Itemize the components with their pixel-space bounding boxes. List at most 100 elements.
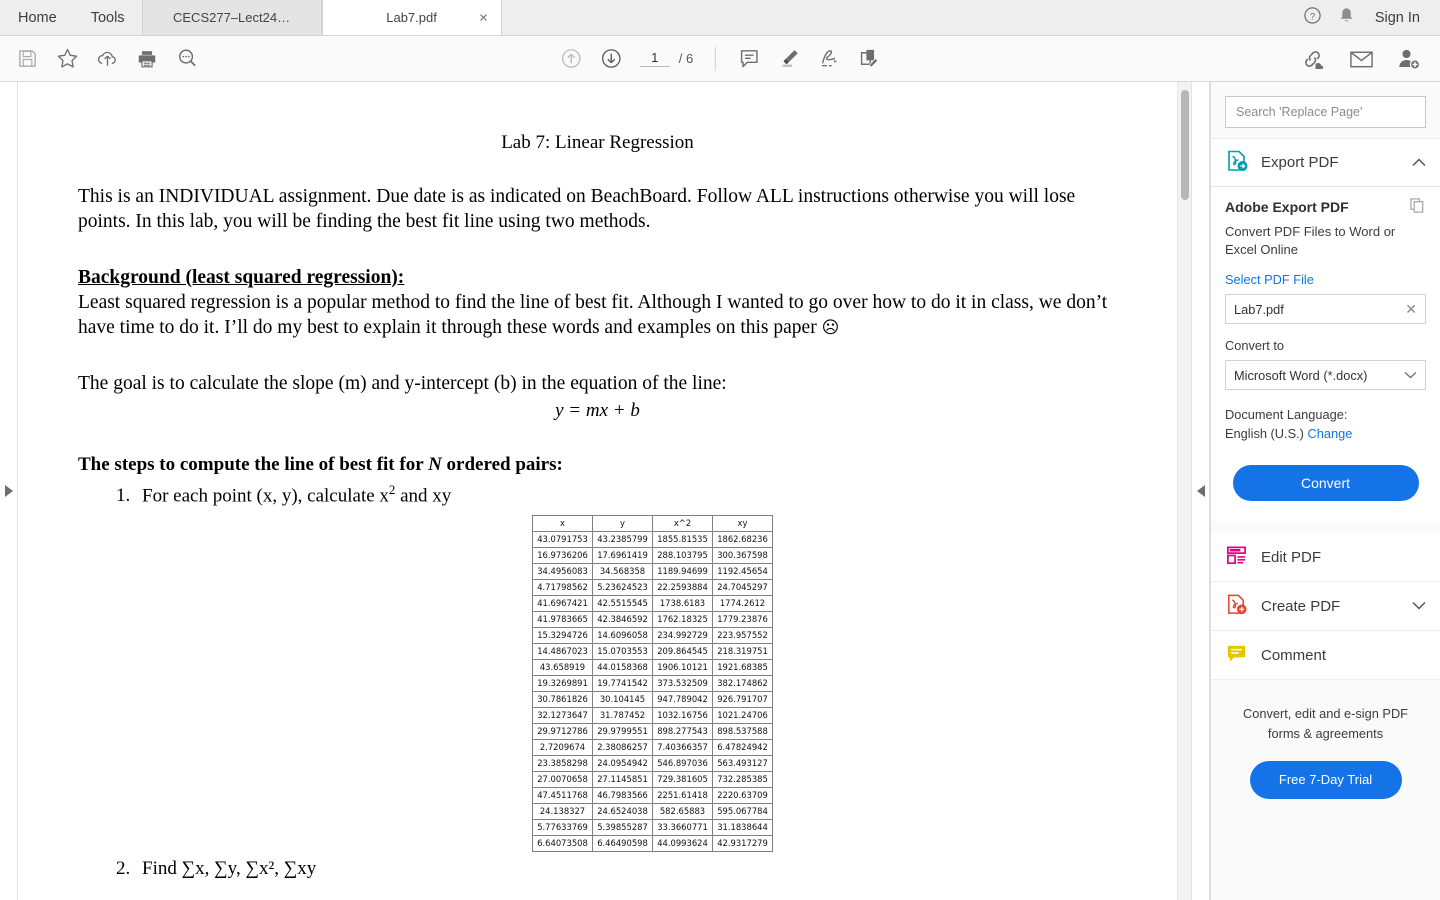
table-cell: 31.787452 [592, 707, 653, 725]
step-2-text: Find ∑x, ∑y, ∑x², ∑xy [142, 858, 317, 880]
chevron-down-icon[interactable] [1404, 368, 1417, 382]
table-cell: 373.532509 [652, 675, 713, 693]
table-cell: 43.2385799 [592, 531, 653, 549]
tool-edit-pdf[interactable]: Edit PDF [1211, 533, 1440, 583]
table-cell: 5.39855287 [592, 819, 653, 837]
table-cell: 1862.68236 [712, 531, 773, 549]
step-2: 2. Find ∑x, ∑y, ∑x², ∑xy [78, 858, 1117, 880]
help-icon[interactable]: ? [1303, 6, 1322, 30]
comment-icon[interactable] [732, 42, 766, 76]
table-cell: 595.067784 [712, 803, 773, 821]
convert-button[interactable]: Convert [1232, 465, 1419, 502]
highlight-icon[interactable] [772, 42, 806, 76]
table-cell: 234.992729 [652, 627, 713, 645]
background-section: Background (least squared regression): L… [78, 265, 1117, 341]
table-row: 4.71798562 5.23624523 22.2593884 24.7045297 [532, 579, 773, 597]
free-trial-button[interactable]: Free 7-Day Trial [1249, 760, 1402, 799]
table-cell: 31.1838644 [712, 819, 773, 837]
table-cell: 15.3294726 [532, 627, 593, 645]
tool-comment[interactable]: Comment [1211, 631, 1440, 681]
step-1-post: and xy [395, 485, 452, 507]
search-input[interactable] [1225, 96, 1426, 128]
sign-in-button[interactable]: Sign In [1371, 10, 1424, 26]
table-cell: 42.5515545 [592, 595, 653, 613]
document-language-label: Document Language: [1225, 407, 1348, 423]
chevron-up-icon[interactable] [1412, 156, 1426, 170]
table-cell: 288.103795 [652, 547, 713, 565]
scrollbar-thumb[interactable] [1181, 90, 1189, 200]
save-icon[interactable] [10, 42, 44, 76]
table-row: 6.64073508 6.46490598 44.0993624 42.9317279 [532, 835, 773, 853]
table-header-cell: x^2 [652, 515, 713, 533]
table-cell: 382.174862 [712, 675, 773, 693]
copy-icon[interactable] [1409, 197, 1426, 217]
table-row: 34.4956083 34.568358 1189.94699 1192.45654 [532, 563, 773, 581]
svg-text:?: ? [1310, 11, 1315, 22]
tab-label: Lab7.pdf [386, 10, 437, 25]
menu-tools[interactable]: Tools [74, 0, 142, 35]
sign-icon[interactable] [852, 42, 886, 76]
step-1-number: 1. [116, 485, 131, 507]
star-icon[interactable] [50, 42, 84, 76]
table-cell: 24.138327 [532, 803, 593, 821]
email-icon[interactable] [1344, 42, 1378, 76]
table-cell: 2220.63709 [712, 787, 773, 805]
page-number-input[interactable] [639, 50, 670, 67]
right-panel-toggle[interactable] [1192, 82, 1210, 900]
table-cell: 2251.61418 [652, 787, 713, 805]
left-panel-toggle[interactable] [0, 82, 18, 900]
table-cell: 2.38086257 [592, 739, 653, 757]
table-row: 24.138327 24.6524038 582.65883 595.067784 [532, 803, 773, 821]
table-row: 23.3858298 24.0954942 546.897036 563.493127 [532, 755, 773, 773]
table-cell: 1189.94699 [652, 563, 713, 581]
table-cell: 17.6961419 [592, 547, 653, 565]
add-person-icon[interactable] [1392, 42, 1426, 76]
menu-home[interactable]: Home [0, 0, 74, 35]
tool-create-pdf[interactable]: Create PDF [1211, 582, 1440, 632]
scroll-down-icon[interactable] [594, 42, 628, 76]
export-pdf-label: Export PDF [1261, 154, 1339, 171]
chevron-down-icon[interactable] [1412, 599, 1426, 613]
table-row: 30.7861826 30.104145 947.789042 926.791707 [532, 691, 773, 709]
select-pdf-file-link[interactable]: Select PDF File [1225, 272, 1426, 287]
scroll-up-icon[interactable] [554, 42, 588, 76]
page-total-label: / 6 [678, 51, 694, 66]
table-cell: 1762.18325 [652, 611, 713, 629]
tab-bar: Home Tools CECS277–Lect24… Lab7.pdf × ? … [0, 0, 1440, 36]
clear-file-icon[interactable]: ✕ [1405, 301, 1417, 318]
tab-cecs277-lect24[interactable]: CECS277–Lect24… [141, 0, 322, 35]
selected-file-field[interactable]: Lab7.pdf ✕ [1225, 294, 1426, 325]
table-row: 41.6967421 42.5515545 1738.6183 1774.2612 [532, 595, 773, 613]
table-cell: 1906.10121 [652, 659, 713, 677]
table-cell: 41.9783665 [532, 611, 593, 629]
upload-cloud-icon[interactable] [90, 42, 124, 76]
change-language-link[interactable]: Change [1308, 426, 1353, 441]
document-scrollbar[interactable] [1177, 82, 1191, 900]
comment-label: Comment [1261, 646, 1327, 664]
table-cell: 27.1145851 [592, 771, 653, 789]
draw-icon[interactable] [812, 42, 846, 76]
table-cell: 898.277543 [652, 723, 713, 741]
bell-icon[interactable] [1338, 6, 1355, 30]
data-table-wrapper: x y x^2 xy 43.0791753 43.2385799 1855.81535 18… [78, 515, 1117, 853]
table-cell: 300.367598 [712, 547, 773, 565]
table-cell: 729.381605 [652, 771, 713, 789]
table-cell: 29.9799551 [592, 723, 653, 741]
toolbar-right-group [1296, 42, 1440, 76]
table-cell: 27.0070658 [532, 771, 593, 789]
pdf-content: Lab 7: Linear Regression This is an INDI… [78, 132, 1117, 880]
document-language-block: Document Language: English (U.S.) Change [1225, 405, 1426, 443]
print-icon[interactable] [130, 42, 164, 76]
tab-lab7-pdf[interactable]: Lab7.pdf × [321, 0, 502, 35]
convert-to-select[interactable]: Microsoft Word (*.docx) [1225, 360, 1426, 391]
table-cell: 546.897036 [652, 755, 713, 773]
zoom-search-icon[interactable] [170, 42, 204, 76]
table-cell: 22.2593884 [652, 579, 713, 597]
table-row: 15.3294726 14.6096058 234.992729 223.957552 [532, 627, 773, 645]
panel-search-wrapper [1211, 82, 1440, 138]
close-icon[interactable]: × [477, 10, 491, 25]
share-link-icon[interactable] [1296, 42, 1330, 76]
table-cell: 732.285385 [712, 771, 773, 789]
table-row: 16.9736206 17.6961419 288.103795 300.367598 [532, 547, 773, 565]
export-pdf-header[interactable]: Export PDF [1211, 138, 1440, 187]
